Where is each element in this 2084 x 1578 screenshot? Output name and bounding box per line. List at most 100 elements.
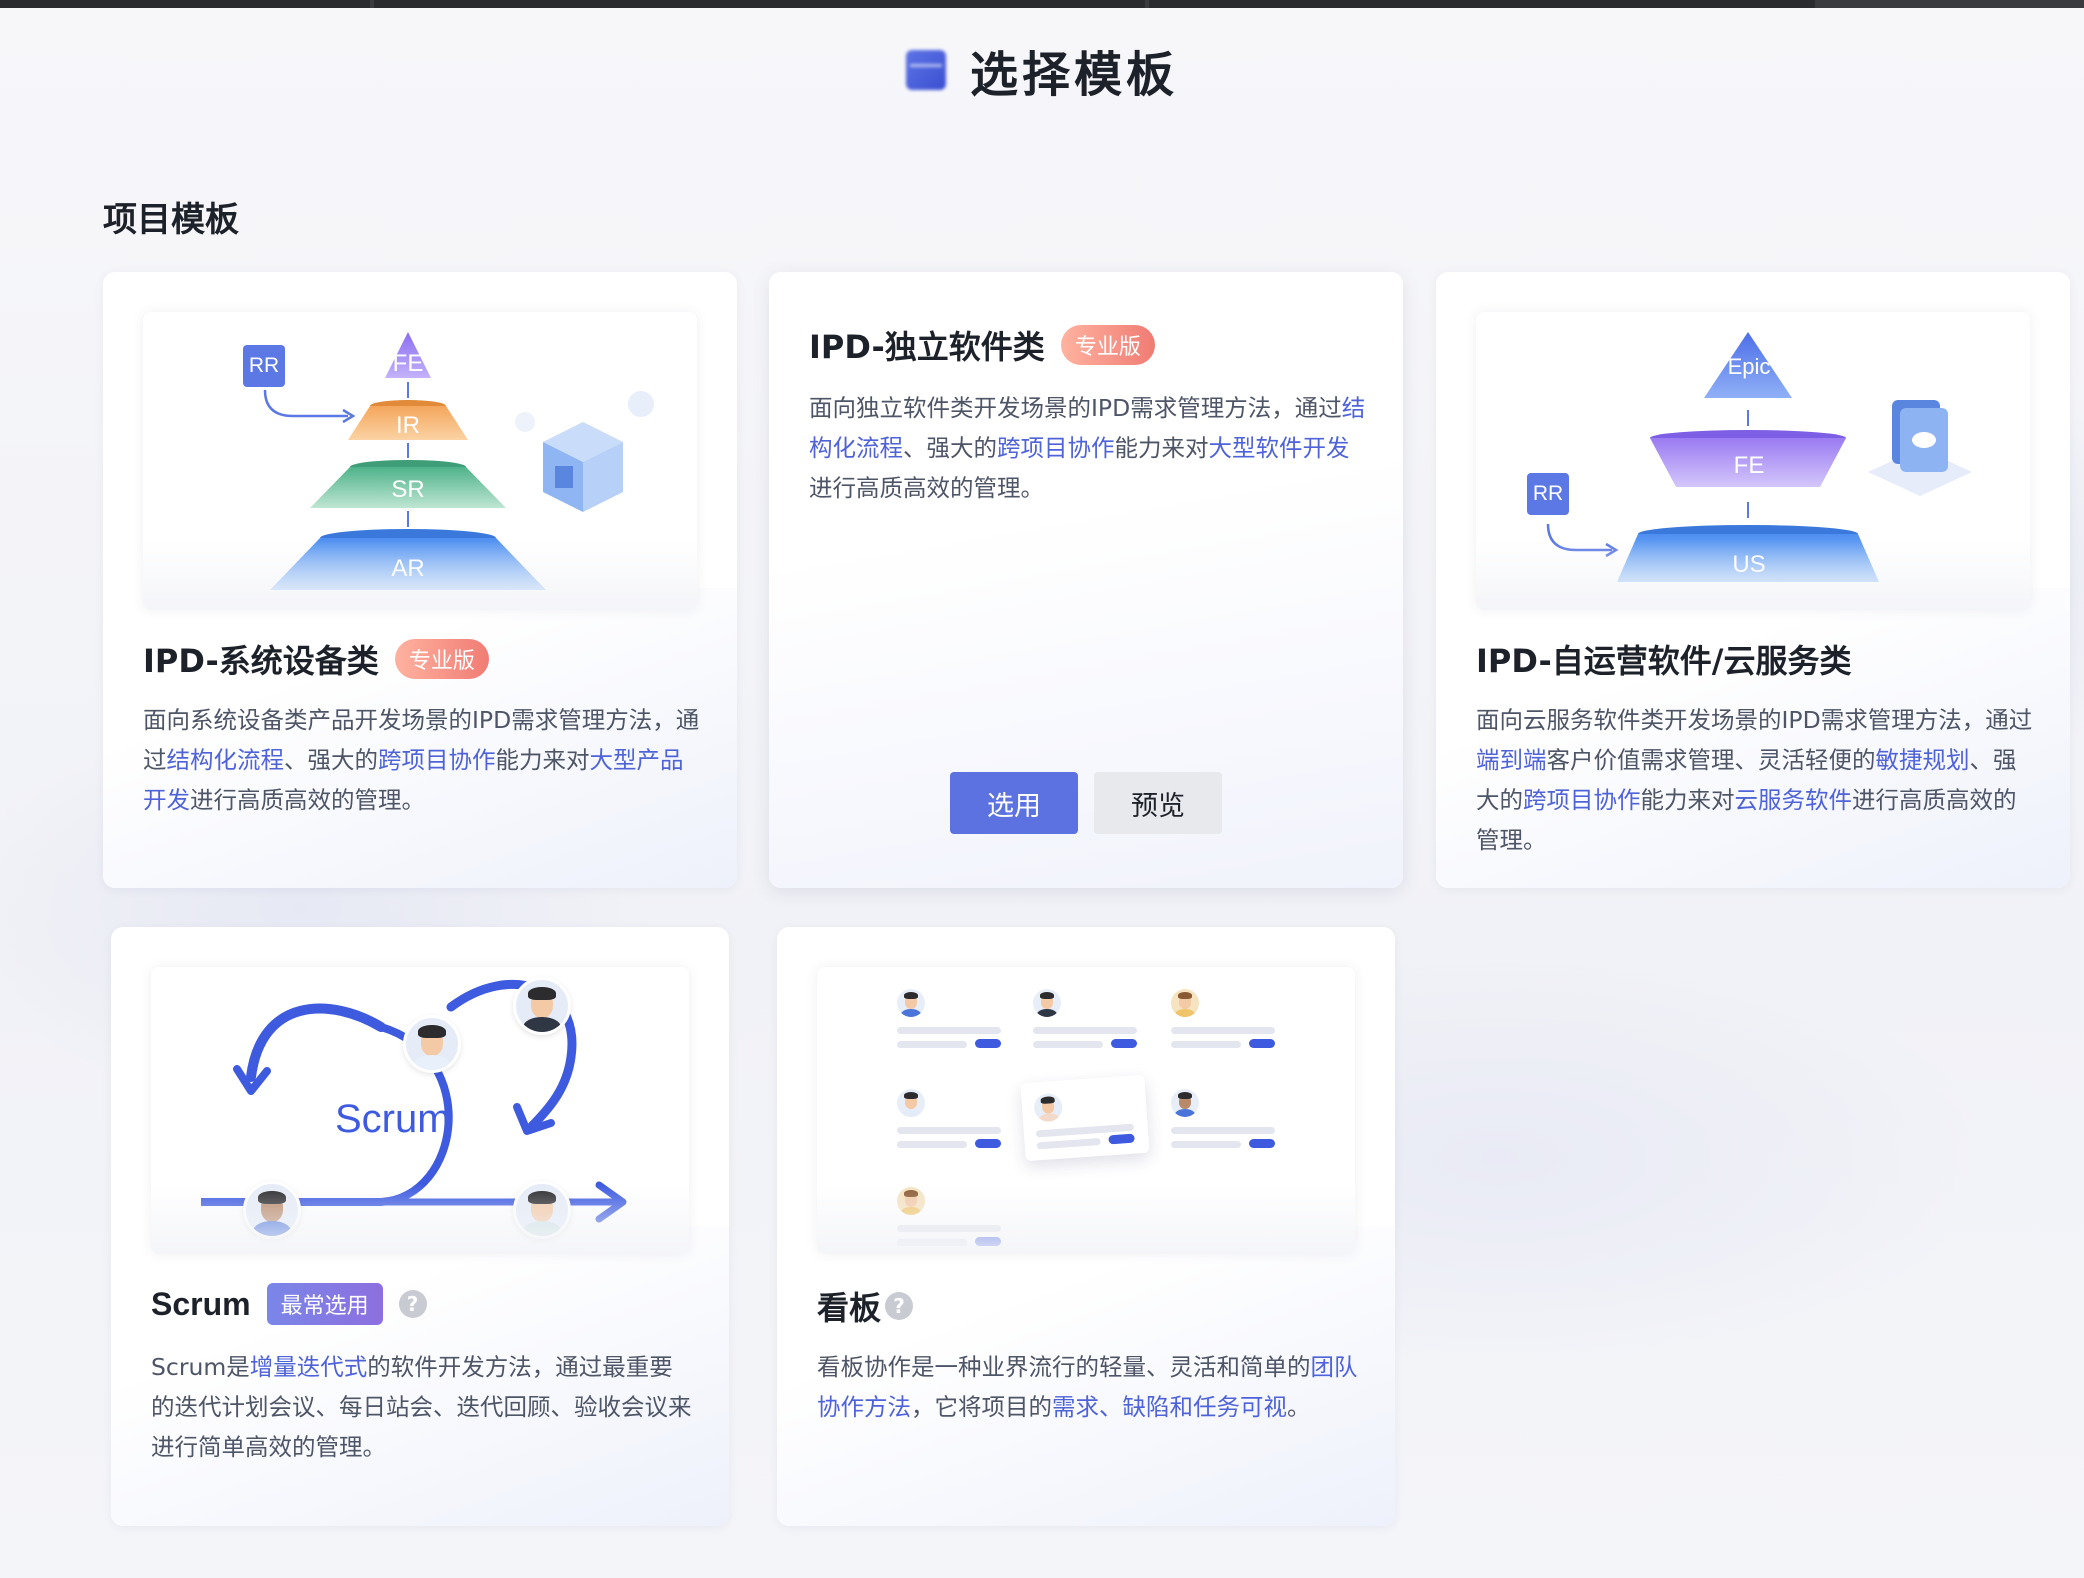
top-bar-divider bbox=[1145, 0, 1149, 8]
desc-text: 客户价值需求管理、灵活轻便的 bbox=[1546, 746, 1876, 774]
desc-text: 能力来对 bbox=[1640, 786, 1735, 814]
fe-label: FE bbox=[1733, 452, 1765, 479]
desc-highlight: 跨项目协作 bbox=[378, 746, 496, 774]
card-description: Scrum是增量迭代式的软件开发方法，通过最重要的迭代计划会议、每日站会、迭代回… bbox=[151, 1347, 693, 1467]
kanban-line bbox=[897, 1041, 967, 1048]
arrow-path bbox=[263, 389, 348, 418]
flow-arrowhead bbox=[595, 1181, 627, 1223]
us-label: US bbox=[1732, 551, 1766, 578]
window-top-bar bbox=[0, 0, 2084, 8]
us-layer bbox=[1617, 534, 1879, 582]
desc-text: 面向独立软件类开发场景的IPD需求管理方法，通过 bbox=[809, 394, 1342, 422]
desc-highlight: 需求、缺陷和任务可视 bbox=[1052, 1393, 1287, 1421]
template-card-ipd-cloud[interactable]: Epic FE US RR IPD-自运营软件/云服务类 面向云服务软件类开发场… bbox=[1436, 272, 2070, 888]
desc-text: 能力来对 bbox=[495, 746, 590, 774]
kanban-line bbox=[1171, 1141, 1241, 1148]
desc-highlight: 增量迭代式 bbox=[249, 1353, 368, 1381]
card-title: IPD-独立软件类 bbox=[809, 328, 1045, 366]
ir-label: IR bbox=[396, 412, 420, 439]
desc-text: ，它将项目的 bbox=[911, 1393, 1052, 1421]
kanban-tag bbox=[1249, 1139, 1275, 1148]
template-card-scrum[interactable]: Scrum Scrum 最常选用 ? Scrum是增量迭代式的软件开发方法，通过… bbox=[111, 927, 729, 1526]
template-card-ipd-system[interactable]: RR FE IR SR AR IPD-系统设备类 专业版 面向系统设备类产品开发… bbox=[103, 272, 737, 888]
scrum-label: Scrum bbox=[335, 1097, 451, 1141]
desc-text: Scrum是 bbox=[151, 1353, 250, 1381]
cycle-arrow bbox=[246, 1003, 386, 1082]
ar-layer bbox=[270, 538, 546, 590]
desc-highlight: 敏捷规划 bbox=[1875, 746, 1970, 774]
card-title: 看板 bbox=[817, 1289, 882, 1327]
card-title-row: IPD-独立软件类 专业版 bbox=[809, 322, 1155, 368]
sr-label: SR bbox=[391, 476, 425, 503]
select-button[interactable]: 选用 bbox=[950, 772, 1078, 834]
card-title: Scrum bbox=[151, 1285, 251, 1322]
team-member-avatar bbox=[513, 977, 571, 1035]
scrum-illustration: Scrum bbox=[151, 967, 689, 1254]
desc-highlight: 跨项目协作 bbox=[997, 434, 1115, 462]
kanban-line bbox=[897, 1141, 967, 1148]
kanban-line bbox=[1036, 1137, 1101, 1150]
desc-text: 看板协作是一种业界流行的轻量、灵活和简单的 bbox=[817, 1353, 1311, 1381]
desc-highlight: 结构化流程 bbox=[166, 746, 285, 774]
template-card-kanban[interactable]: 看板 ? 看板协作是一种业界流行的轻量、灵活和简单的团队协作方法，它将项目的需求… bbox=[777, 927, 1395, 1526]
kanban-line bbox=[1033, 1041, 1103, 1048]
kanban-line bbox=[897, 1225, 1001, 1232]
team-member-avatar bbox=[403, 1015, 461, 1073]
kanban-tag bbox=[1249, 1039, 1275, 1048]
dragging-card bbox=[1020, 1074, 1150, 1162]
desc-text: 能力来对 bbox=[1114, 434, 1209, 462]
page-title: 选择模板 bbox=[969, 47, 1178, 103]
kanban-illustration bbox=[817, 967, 1355, 1254]
kanban-tag bbox=[1111, 1039, 1137, 1048]
card-description: 看板协作是一种业界流行的轻量、灵活和简单的团队协作方法，它将项目的需求、缺陷和任… bbox=[817, 1347, 1359, 1427]
kanban-tag bbox=[975, 1237, 1001, 1246]
arrow-head bbox=[1605, 542, 1619, 558]
kanban-line bbox=[1033, 1027, 1137, 1034]
top-bar-tab bbox=[1815, 0, 2084, 8]
desc-highlight: 云服务软件 bbox=[1734, 786, 1853, 814]
most-used-badge: 最常选用 bbox=[266, 1283, 383, 1325]
card-description: 面向独立软件类开发场景的IPD需求管理方法，通过结构化流程、强大的跨项目协作能力… bbox=[809, 388, 1367, 508]
card-title: IPD-系统设备类 bbox=[143, 642, 379, 680]
fe-label: FE bbox=[392, 350, 424, 377]
kanban-tag bbox=[975, 1139, 1001, 1148]
desc-text: 、强大的 bbox=[903, 434, 997, 462]
template-card-ipd-software[interactable]: IPD-独立软件类 专业版 面向独立软件类开发场景的IPD需求管理方法，通过结构… bbox=[769, 272, 1403, 888]
kanban-line bbox=[1171, 1027, 1275, 1034]
ar-label: AR bbox=[391, 555, 425, 582]
desc-text: 。 bbox=[1287, 1393, 1311, 1421]
kanban-avatar bbox=[1033, 1092, 1064, 1123]
preview-button[interactable]: 预览 bbox=[1094, 772, 1222, 834]
kanban-avatar bbox=[1171, 989, 1199, 1017]
rr-label: RR bbox=[1527, 473, 1569, 515]
kanban-line bbox=[1171, 1127, 1275, 1134]
desc-text: 面向云服务软件类开发场景的IPD需求管理方法，通过 bbox=[1476, 706, 2033, 734]
desc-text: 进行高质高效的管理。 bbox=[190, 786, 425, 814]
kanban-line bbox=[897, 1127, 1001, 1134]
help-icon[interactable]: ? bbox=[398, 1290, 427, 1318]
cloud-pyramid-illustration: Epic FE US RR bbox=[1476, 312, 2030, 610]
page-header: 选择模板 bbox=[0, 30, 2084, 110]
epic-label: Epic bbox=[1727, 354, 1771, 379]
desc-highlight: 端到端 bbox=[1476, 746, 1547, 774]
card-description: 面向云服务软件类开发场景的IPD需求管理方法，通过端到端客户价值需求管理、灵活轻… bbox=[1476, 700, 2034, 860]
kanban-avatar bbox=[897, 1187, 925, 1215]
section-title: 项目模板 bbox=[103, 200, 239, 240]
kanban-tag bbox=[1108, 1133, 1135, 1145]
kanban-line bbox=[897, 1027, 1001, 1034]
kanban-line bbox=[1171, 1041, 1241, 1048]
help-icon[interactable]: ? bbox=[885, 1292, 914, 1320]
desc-highlight: 跨项目协作 bbox=[1523, 786, 1641, 814]
arrow-path bbox=[1546, 523, 1612, 552]
card-description: 面向系统设备类产品开发场景的IPD需求管理方法，通过结构化流程、强大的跨项目协作… bbox=[143, 700, 701, 820]
desc-text: 进行高质高效的管理。 bbox=[809, 474, 1044, 502]
kanban-avatar bbox=[897, 1089, 925, 1117]
desc-text: 、强大的 bbox=[284, 746, 378, 774]
desc-highlight: 大型软件开发 bbox=[1208, 434, 1350, 462]
card-title-row: Scrum 最常选用 ? bbox=[151, 1283, 427, 1325]
card-title: IPD-自运营软件/云服务类 bbox=[1476, 642, 1852, 680]
kanban-tag bbox=[975, 1039, 1001, 1048]
kanban-avatar bbox=[1033, 989, 1061, 1017]
template-icon bbox=[905, 50, 946, 90]
pro-badge: 专业版 bbox=[1060, 325, 1155, 365]
